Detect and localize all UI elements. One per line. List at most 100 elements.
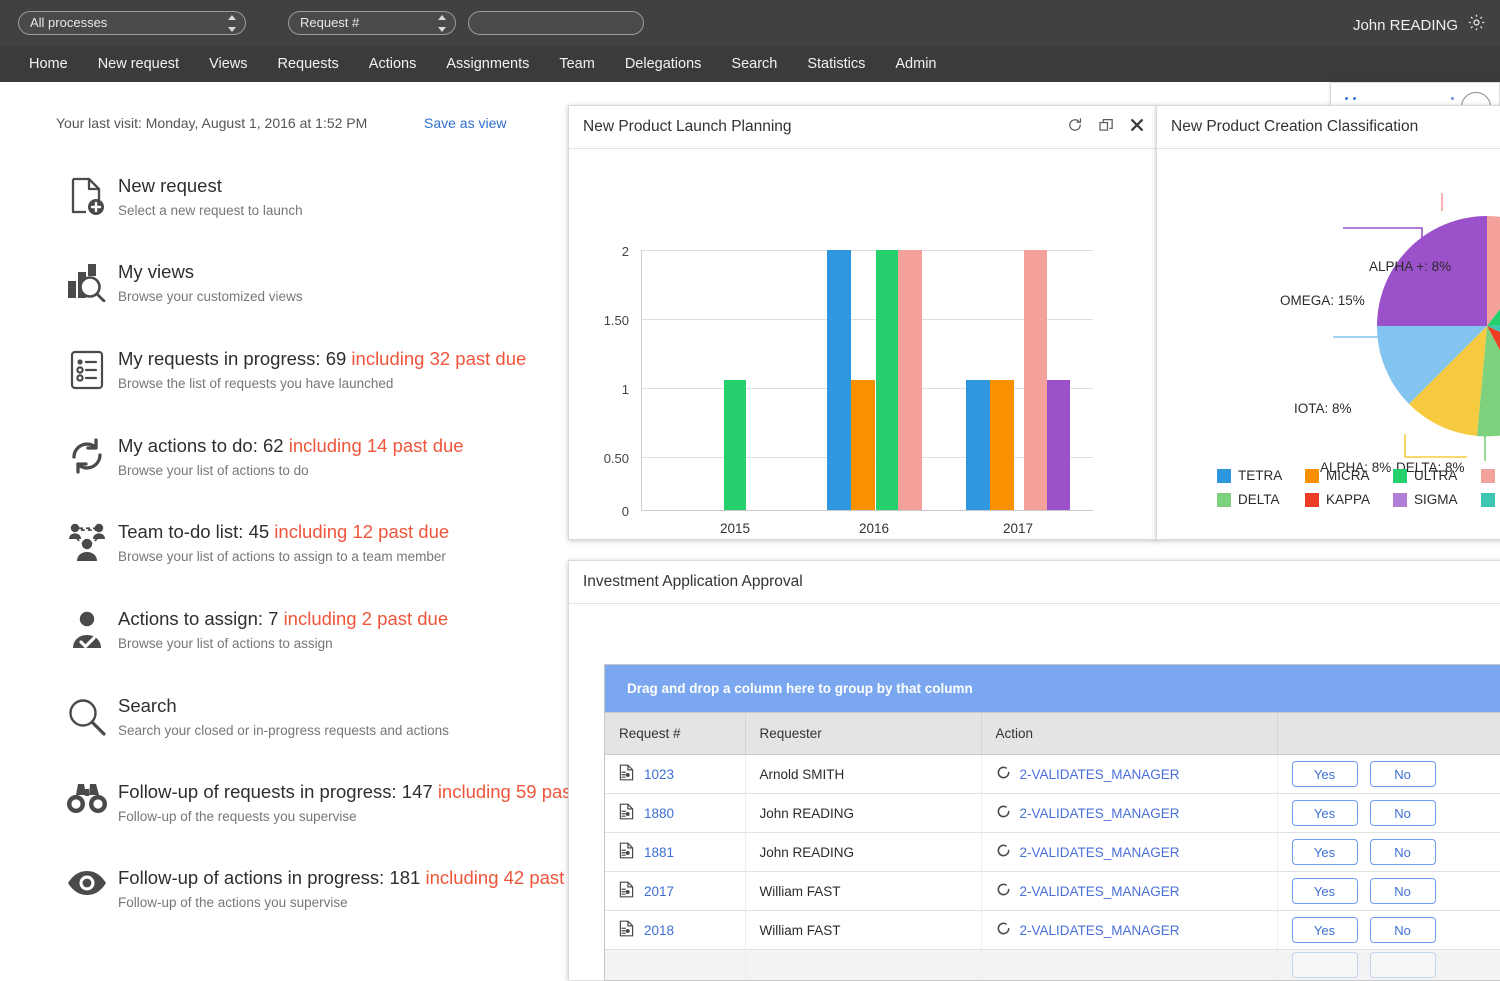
nav-item-search[interactable]: Search	[716, 56, 792, 72]
shortcut-followup-actions[interactable]: Follow-up of actions in progress: 181 in…	[56, 866, 616, 912]
magnifier-icon	[56, 694, 118, 738]
approve-no-button[interactable]: No	[1370, 800, 1436, 826]
action-link[interactable]: 2-VALIDATES_MANAGER	[1020, 767, 1180, 782]
legend-item[interactable]: KAPPA	[1305, 492, 1393, 507]
page-body: Your last visit: Monday, August 1, 2016 …	[0, 82, 1500, 935]
request-document-icon	[619, 920, 634, 940]
nav-item-delegations[interactable]: Delegations	[610, 56, 717, 72]
dot-icon	[1451, 97, 1454, 100]
approve-yes-button[interactable]: Yes	[1292, 917, 1358, 943]
past-due-text: including 32 past due	[351, 348, 526, 369]
maximize-icon[interactable]	[1099, 118, 1114, 138]
shortcut-search[interactable]: Search Search your closed or in-progress…	[56, 694, 616, 740]
nav-item-actions[interactable]: Actions	[354, 56, 432, 72]
legend-swatch	[1305, 469, 1319, 483]
nav-item-views[interactable]: Views	[194, 56, 262, 72]
shortcut-followup-requests[interactable]: Follow-up of requests in progress: 147 i…	[56, 780, 616, 826]
legend-item[interactable]: TETRA	[1217, 468, 1305, 483]
request-number-link[interactable]: 2017	[644, 884, 674, 899]
legend-item[interactable]: MICRA	[1305, 468, 1393, 483]
bar-2017-sigma	[1047, 380, 1070, 510]
approve-no-button[interactable]: No	[1370, 839, 1436, 865]
table-row[interactable]: 1023 Arnold SMITH 2-VALIDATES_MANAGER	[605, 755, 1500, 794]
nav-item-admin[interactable]: Admin	[880, 56, 951, 72]
group-by-dropzone[interactable]: Drag and drop a column here to group by …	[605, 665, 1500, 712]
approve-yes-button[interactable]: Yes	[1292, 839, 1358, 865]
action-link[interactable]: 2-VALIDATES_MANAGER	[1020, 884, 1180, 899]
column-header-action[interactable]: Action	[981, 713, 1277, 755]
table-row[interactable]: 1881 John READING 2-VALIDATES_MANAGER	[605, 833, 1500, 872]
requester-cell: Arnold SMITH	[745, 755, 981, 794]
request-number-link[interactable]: 1880	[644, 806, 674, 821]
search-input[interactable]	[468, 11, 644, 35]
gear-icon[interactable]	[1467, 13, 1486, 37]
approve-no-button-partial[interactable]	[1370, 952, 1436, 978]
approve-no-button[interactable]: No	[1370, 761, 1436, 787]
action-link[interactable]: 2-VALIDATES_MANAGER	[1020, 806, 1180, 821]
action-link[interactable]: 2-VALIDATES_MANAGER	[1020, 845, 1180, 860]
approve-yes-button[interactable]: Yes	[1292, 878, 1358, 904]
pie-svg	[1167, 171, 1500, 501]
requests-grid: Drag and drop a column here to group by …	[604, 664, 1500, 981]
approve-yes-button[interactable]: Yes	[1292, 761, 1358, 787]
panel-investment-application-approval: Investment Application Approval Drag and…	[568, 560, 1500, 980]
nav-item-new-request[interactable]: New request	[83, 56, 194, 72]
column-header-requester[interactable]: Requester	[745, 713, 981, 755]
shortcut-actions-to-assign[interactable]: Actions to assign: 7 including 2 past du…	[56, 607, 616, 653]
nav-item-home[interactable]: Home	[14, 56, 83, 72]
legend-item[interactable]: A	[1481, 468, 1500, 483]
legend-swatch	[1481, 493, 1495, 507]
table-row[interactable]: 2017 William FAST 2-VALIDATES_MANAGER	[605, 872, 1500, 911]
request-number-link[interactable]: 1881	[644, 845, 674, 860]
shortcut-my-requests-in-progress[interactable]: My requests in progress: 69 including 32…	[56, 347, 616, 393]
request-type-select[interactable]: Request #	[288, 11, 456, 35]
panel-new-product-launch-planning: New Product Launch Planning	[568, 105, 1158, 540]
shortcut-my-views[interactable]: My views Browse your customized views	[56, 260, 616, 306]
table-row[interactable]: 2018 William FAST 2-VALIDATES_MANAGER	[605, 911, 1500, 950]
legend-item[interactable]: SIGMA	[1393, 492, 1481, 507]
request-number-link[interactable]: 1023	[644, 767, 674, 782]
in-progress-icon	[996, 843, 1011, 861]
legend-item[interactable]: DELTA	[1217, 492, 1305, 507]
user-area: John READING	[1353, 13, 1486, 37]
shortcut-team-todo-list[interactable]: Team to-do list: 45 including 12 past du…	[56, 520, 616, 566]
in-progress-icon	[996, 804, 1011, 822]
approve-no-button[interactable]: No	[1370, 878, 1436, 904]
shortcut-new-request[interactable]: New request Select a new request to laun…	[56, 174, 616, 220]
action-link[interactable]: 2-VALIDATES_MANAGER	[1020, 923, 1180, 938]
shortcut-subtitle: Follow-up of the requests you supervise	[118, 808, 613, 826]
table-row[interactable]: 1880 John READING 2-VALIDATES_MANAGER	[605, 794, 1500, 833]
request-type-select-value: Request #	[300, 15, 359, 30]
save-as-view-link[interactable]: Save as view	[424, 115, 506, 131]
shortcut-title: My views	[118, 260, 303, 284]
column-header-request-number[interactable]: Request #	[605, 713, 745, 755]
nav-item-requests[interactable]: Requests	[263, 56, 354, 72]
panel-title: New Product Creation Classification	[1171, 118, 1418, 136]
refresh-icon[interactable]	[1067, 117, 1083, 138]
nav-item-team[interactable]: Team	[544, 56, 609, 72]
legend-item[interactable]: PS	[1481, 492, 1500, 507]
table-container: Drag and drop a column here to group by …	[569, 604, 1500, 980]
process-select-value: All processes	[30, 15, 107, 30]
approve-yes-button-partial[interactable]	[1292, 952, 1358, 978]
close-icon[interactable]	[1130, 118, 1144, 137]
shortcut-title: Search	[118, 694, 449, 718]
request-document-icon	[619, 764, 634, 784]
legend-label: KAPPA	[1326, 492, 1370, 507]
nav-item-statistics[interactable]: Statistics	[792, 56, 880, 72]
shortcut-title: Follow-up of requests in progress: 147 i…	[118, 780, 613, 804]
column-header-decision[interactable]	[1277, 713, 1500, 755]
panel-header: Investment Application Approval	[569, 561, 1500, 604]
approve-no-button[interactable]: No	[1370, 917, 1436, 943]
legend-item[interactable]: ULTRA	[1393, 468, 1481, 483]
request-number-link[interactable]: 2018	[644, 923, 674, 938]
nav-item-assignments[interactable]: Assignments	[431, 56, 544, 72]
process-select[interactable]: All processes	[18, 11, 246, 35]
shortcut-title: New request	[118, 174, 303, 198]
bar-2015-ultra	[724, 380, 746, 510]
approve-yes-button[interactable]: Yes	[1292, 800, 1358, 826]
legend-label: DELTA	[1238, 492, 1280, 507]
top-bar: All processes Request # John READING	[0, 0, 1500, 46]
shortcut-title: Team to-do list: 45 including 12 past du…	[118, 520, 449, 544]
shortcut-my-actions-to-do[interactable]: My actions to do: 62 including 14 past d…	[56, 434, 616, 480]
